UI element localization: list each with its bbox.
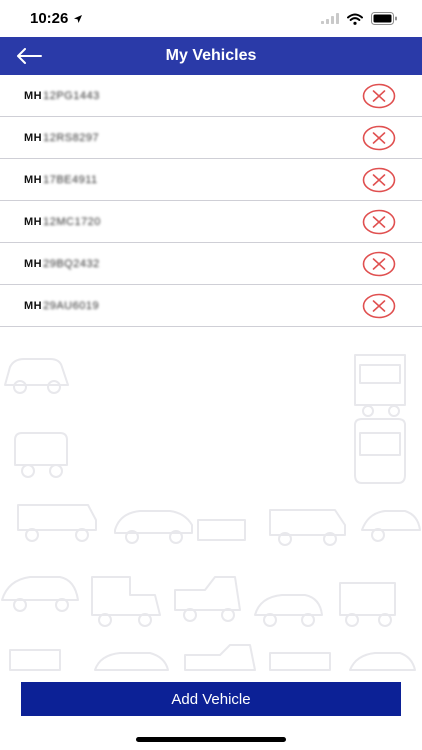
delete-icon [362, 293, 396, 318]
back-arrow-icon [17, 48, 42, 64]
plate-state-code: MH [24, 131, 43, 144]
vehicle-row[interactable]: MH 12MC1720 [0, 201, 422, 243]
plate-state-code: MH [24, 215, 43, 228]
vehicle-plate: MH 17BE4911 [24, 174, 98, 186]
status-time: 10:26 [30, 10, 69, 27]
delete-vehicle-button[interactable] [362, 250, 396, 278]
delete-vehicle-button[interactable] [362, 124, 396, 152]
delete-icon [362, 83, 396, 108]
vehicle-plate: MH 12RS8297 [24, 132, 99, 144]
vehicle-row[interactable]: MH 29AU6019 [0, 285, 422, 327]
status-bar: 10:26 [0, 0, 422, 37]
vehicle-row[interactable]: MH 29BQ2432 [0, 243, 422, 285]
plate-state-code: MH [24, 257, 43, 270]
vehicle-row[interactable]: MH 12PG1443 [0, 75, 422, 117]
location-arrow-icon [74, 14, 83, 23]
plate-state-code: MH [24, 173, 43, 186]
plate-number-blurred: 12MC1720 [43, 215, 101, 228]
delete-vehicle-button[interactable] [362, 166, 396, 194]
plate-number-blurred: 12RS8297 [43, 131, 100, 144]
plate-number-blurred: 17BE4911 [43, 173, 98, 186]
plate-number-blurred: 12PG1443 [43, 89, 100, 102]
plate-state-code: MH [24, 89, 43, 102]
plate-number-blurred: 29BQ2432 [43, 257, 100, 270]
plate-number-blurred: 29AU6019 [43, 299, 100, 312]
vehicle-plate: MH 12MC1720 [24, 216, 101, 228]
nav-bar: My Vehicles [0, 37, 422, 75]
vehicle-row[interactable]: MH 12RS8297 [0, 117, 422, 159]
delete-icon [362, 167, 396, 192]
wifi-icon [347, 13, 363, 25]
back-button[interactable] [16, 37, 56, 75]
delete-vehicle-button[interactable] [362, 82, 396, 110]
vehicle-list: MH 12PG1443 MH 12RS8297 MH 17BE4911 MH 1… [0, 75, 422, 327]
home-indicator [136, 737, 286, 742]
delete-icon [362, 251, 396, 276]
delete-vehicle-button[interactable] [362, 292, 396, 320]
status-time-group: 10:26 [30, 10, 83, 27]
signal-icon [321, 13, 339, 24]
status-icons [321, 12, 398, 25]
battery-icon [371, 12, 397, 25]
vehicle-plate: MH 29AU6019 [24, 300, 99, 312]
vehicle-plate: MH 12PG1443 [24, 90, 100, 102]
add-vehicle-button[interactable]: Add Vehicle [21, 682, 401, 716]
vehicle-plate: MH 29BQ2432 [24, 258, 100, 270]
delete-vehicle-button[interactable] [362, 208, 396, 236]
plate-state-code: MH [24, 299, 43, 312]
page-title: My Vehicles [165, 47, 257, 64]
vehicles-pattern-background [1, 354, 421, 671]
content-area: MH 12PG1443 MH 12RS8297 MH 17BE4911 MH 1… [0, 75, 422, 675]
delete-icon [362, 125, 396, 150]
delete-icon [362, 209, 396, 234]
vehicle-row[interactable]: MH 17BE4911 [0, 159, 422, 201]
